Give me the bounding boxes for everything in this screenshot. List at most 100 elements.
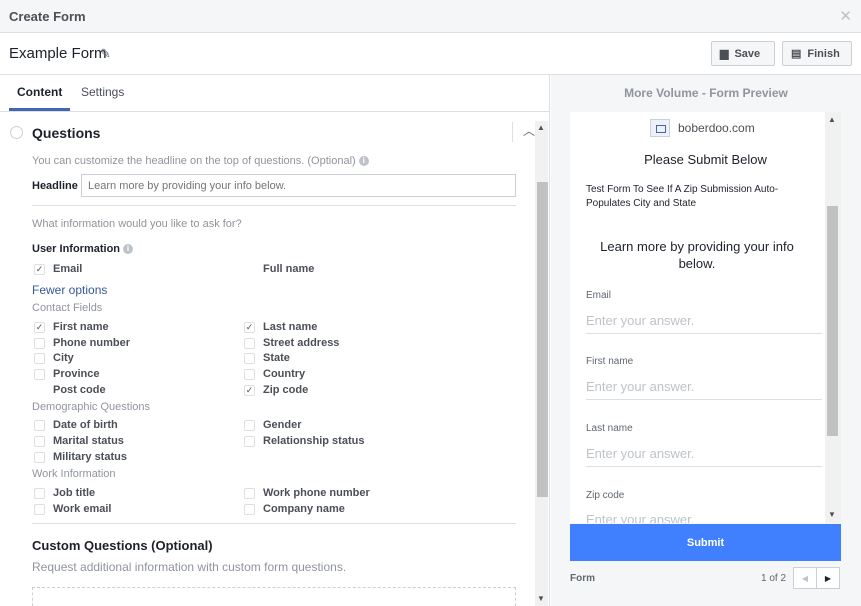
save-button[interactable]: ▆ Save xyxy=(711,41,775,66)
scroll-down-icon[interactable]: ▼ xyxy=(828,510,836,519)
scroll-down-icon[interactable]: ▼ xyxy=(537,594,545,603)
contact-fields-label: Contact Fields xyxy=(32,302,103,314)
preview-footer-label: Form xyxy=(570,573,595,584)
scroll-up-icon[interactable]: ▲ xyxy=(828,115,836,124)
checkbox-label: Date of birth xyxy=(53,419,118,431)
checkbox-box[interactable] xyxy=(244,337,255,349)
checkbox-email[interactable]: ✓ Email xyxy=(34,263,82,275)
checkbox-label: Work phone number xyxy=(263,487,370,499)
preview-field-input[interactable]: Enter your answer. xyxy=(586,446,822,467)
checkbox-box[interactable]: ✓ xyxy=(34,321,45,333)
checkbox-work-email[interactable]: Work email xyxy=(34,503,112,515)
section-radio[interactable] xyxy=(10,126,23,139)
info-icon[interactable]: i xyxy=(123,244,134,255)
checkbox-box[interactable] xyxy=(244,368,255,380)
close-icon[interactable]: ✕ xyxy=(839,7,852,25)
active-tab-indicator xyxy=(9,108,70,111)
checkbox-company-name[interactable]: Company name xyxy=(244,503,345,515)
checkbox-work-phone-number[interactable]: Work phone number xyxy=(244,487,370,499)
checkbox-box[interactable] xyxy=(244,503,255,515)
checkbox-post-code[interactable]: Post code xyxy=(34,384,106,396)
checkbox-label: Gender xyxy=(263,419,302,431)
checkbox-street-address[interactable]: Street address xyxy=(244,337,339,349)
questions-title: Questions xyxy=(32,125,101,141)
checkbox-phone-number[interactable]: Phone number xyxy=(34,337,130,349)
checkbox-box[interactable]: ✓ xyxy=(34,263,45,275)
checkbox-last-name[interactable]: ✓ Last name xyxy=(244,321,317,333)
checkbox-box[interactable] xyxy=(34,384,45,396)
checkbox-label: Work email xyxy=(53,503,112,515)
checkbox-box[interactable] xyxy=(244,352,255,364)
checkbox-label: Full name xyxy=(263,263,315,275)
preview-field-input[interactable]: Enter your answer. xyxy=(586,313,822,334)
info-icon[interactable]: i xyxy=(358,156,369,167)
checkbox-relationship-status[interactable]: Relationship status xyxy=(244,435,364,447)
checkbox-province[interactable]: Province xyxy=(34,368,99,380)
checkbox-job-title[interactable]: Job title xyxy=(34,487,95,499)
preview-scrollbar-thumb[interactable] xyxy=(827,206,838,436)
checkbox-country[interactable]: Country xyxy=(244,368,305,380)
checkbox-box[interactable] xyxy=(244,419,255,431)
checkbox-box[interactable] xyxy=(34,419,45,431)
chevron-up-icon[interactable]: ︿ xyxy=(523,122,535,139)
work-info-label: Work Information xyxy=(32,468,116,480)
checkbox-city[interactable]: City xyxy=(34,352,74,364)
tab-bar: Content Settings xyxy=(0,75,549,112)
divider xyxy=(32,523,516,524)
preview-heading: Please Submit Below xyxy=(644,152,767,167)
checkbox-box[interactable] xyxy=(34,368,45,380)
checkbox-box[interactable]: ✓ xyxy=(244,321,255,333)
finish-button-label: Finish xyxy=(807,47,840,60)
chevron-right-icon[interactable]: ▶ xyxy=(816,567,840,589)
preview-field-label: Last name xyxy=(586,423,633,434)
preview-field-input[interactable]: Enter your answer. xyxy=(586,379,822,400)
submit-button[interactable]: Submit xyxy=(570,524,841,561)
tab-settings[interactable]: Settings xyxy=(81,85,124,99)
checkbox-box[interactable] xyxy=(34,451,45,463)
checkbox-box[interactable]: ✓ xyxy=(244,384,255,396)
checkbox-box[interactable] xyxy=(34,487,45,499)
checkbox-box[interactable] xyxy=(34,352,45,364)
checkbox-box[interactable] xyxy=(244,263,255,275)
checkbox-label: State xyxy=(263,352,290,364)
checkbox-box[interactable] xyxy=(244,487,255,499)
checkbox-gender[interactable]: Gender xyxy=(244,419,302,431)
checkbox-box[interactable] xyxy=(244,435,255,447)
checkbox-box[interactable] xyxy=(34,337,45,349)
checkbox-label: Company name xyxy=(263,503,345,515)
form-preview: boberdoo.com Please Submit Below Test Fo… xyxy=(570,112,841,523)
checkbox-full-name[interactable]: Full name xyxy=(244,263,314,275)
checkbox-label: Post code xyxy=(53,384,106,396)
fewer-options-link[interactable]: Fewer options xyxy=(32,283,107,297)
checkbox-military-status[interactable]: Military status xyxy=(34,451,127,463)
checkbox-marital-status[interactable]: Marital status xyxy=(34,435,124,447)
checkbox-date-of-birth[interactable]: Date of birth xyxy=(34,419,118,431)
finish-button[interactable]: ▤ Finish xyxy=(782,41,852,66)
divider xyxy=(32,205,516,206)
checkbox-box[interactable] xyxy=(34,435,45,447)
checkbox-state[interactable]: State xyxy=(244,352,290,364)
tab-content[interactable]: Content xyxy=(17,85,62,99)
checkbox-label: Relationship status xyxy=(263,435,365,447)
preview-field-label: Zip code xyxy=(586,490,625,501)
scroll-up-icon[interactable]: ▲ xyxy=(537,123,545,132)
checkbox-first-name[interactable]: ✓ First name xyxy=(34,321,109,333)
divider xyxy=(512,122,513,142)
form-name[interactable]: Example Form xyxy=(9,45,107,62)
chevron-left-icon[interactable]: ◀ xyxy=(793,567,817,589)
user-info-label: User Information i xyxy=(32,243,134,255)
finish-icon: ▤ xyxy=(791,48,802,60)
checkbox-label: First name xyxy=(53,321,109,333)
pencil-icon[interactable]: ✎ xyxy=(100,46,111,62)
editor-panel: Content Settings Questions ︿ You can cus… xyxy=(0,75,550,606)
checkbox-box[interactable] xyxy=(34,503,45,515)
window-title: Create Form xyxy=(9,9,86,24)
add-custom-question-box[interactable] xyxy=(32,587,516,606)
custom-questions-hint: Request additional information with cust… xyxy=(32,560,347,574)
form-header: Example Form ✎ ▆ Save ▤ Finish xyxy=(0,33,861,75)
preview-field-input[interactable]: Enter your answer. xyxy=(586,512,822,523)
brand-logo-icon xyxy=(650,119,670,137)
checkbox-zip-code[interactable]: ✓ Zip code xyxy=(244,384,308,396)
scrollbar-thumb[interactable] xyxy=(537,182,548,497)
headline-input[interactable] xyxy=(81,174,516,197)
